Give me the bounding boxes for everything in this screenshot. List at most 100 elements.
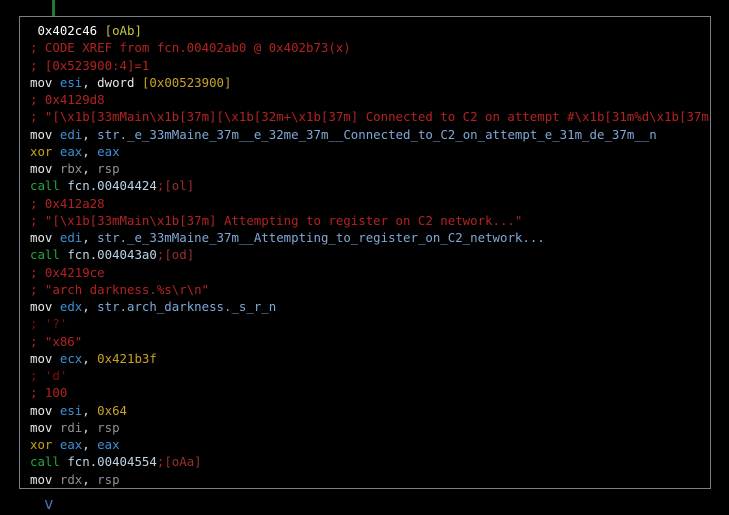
code-token: mov: [30, 402, 53, 418]
code-token: ; 0x4129d8: [30, 92, 105, 107]
code-token: ,: [82, 437, 98, 452]
code-token: 0x421b3f: [97, 350, 157, 366]
disassembly-line[interactable]: ; 0x412a28: [30, 195, 710, 212]
code-token: str._e_33mMaine_37m__e_32me_37m__Connect…: [97, 126, 657, 142]
disassembly-line[interactable]: 0x402c46 [oAb]: [30, 22, 710, 39]
code-token: ,: [82, 402, 98, 418]
disassembly-code-listing[interactable]: 0x402c46 [oAb]; CODE XREF from fcn.00402…: [30, 22, 710, 488]
code-token: mov: [30, 350, 53, 366]
code-token: fcn.00404554: [67, 454, 157, 470]
code-token: 0x64: [97, 402, 128, 418]
code-token: ,: [82, 230, 98, 245]
code-token: ; CODE XREF from fcn.00402ab0 @ 0x402b73…: [30, 40, 351, 56]
code-token: [oAb]: [104, 23, 142, 38]
disassembly-line[interactable]: mov ecx, 0x421b3f: [30, 350, 710, 367]
code-token: [0x00523900]: [141, 74, 232, 90]
code-token: xor: [30, 437, 53, 452]
code-token: mov: [30, 419, 53, 435]
disassembly-line[interactable]: ; 100: [30, 384, 710, 401]
code-token: ,: [82, 161, 98, 176]
code-token: edi: [59, 126, 83, 142]
code-token: ; 0x412a28: [30, 195, 105, 211]
disassembly-line[interactable]: ; 0x4129d8: [30, 91, 710, 108]
code-token: ; 100: [30, 385, 68, 401]
flow-arrow-down-icon: v: [44, 494, 54, 513]
code-token: ; [0x523900:4]=1: [30, 57, 150, 73]
code-token: rsp: [97, 161, 120, 176]
code-token: mov: [30, 74, 53, 90]
disassembly-line[interactable]: xor eax, eax: [30, 436, 710, 453]
code-token: rsp: [97, 471, 120, 487]
disassembly-line[interactable]: ; CODE XREF from fcn.00402ab0 @ 0x402b73…: [30, 39, 710, 56]
disassembly-line[interactable]: ; "x86": [30, 333, 710, 350]
code-token: call: [30, 247, 60, 263]
code-token: mov: [30, 471, 53, 487]
code-token: str.arch_darkness._s_r_n: [97, 299, 277, 314]
code-token: esi: [59, 74, 83, 90]
disassembly-line[interactable]: mov rdi, rsp: [30, 419, 710, 436]
disassembly-line[interactable]: ; "arch darkness.%s\r\n": [30, 281, 710, 298]
code-token: call: [30, 454, 60, 470]
code-token: eax: [59, 437, 83, 452]
code-token: fcn.004043a0: [67, 247, 157, 263]
code-token: ,: [82, 471, 98, 487]
code-token: ; "[\x1b[33mMain\x1b[37m] Attempting to …: [30, 212, 523, 228]
code-token: call: [30, 178, 60, 194]
disassembly-line[interactable]: ; "[\x1b[33mMain\x1b[37m] Attempting to …: [30, 212, 710, 229]
disassembly-line[interactable]: mov edx, str.arch_darkness._s_r_n: [30, 298, 710, 315]
disassembly-line[interactable]: xor eax, eax: [30, 143, 710, 160]
code-token: 0x402c46: [37, 23, 98, 38]
top-flow-caret: [52, 0, 55, 17]
code-token: rsp: [97, 419, 120, 435]
disassembly-line[interactable]: ; [0x523900:4]=1: [30, 57, 710, 74]
terminal-screen: 0x402c46 [oAb]; CODE XREF from fcn.00402…: [0, 0, 729, 515]
disassembly-panel[interactable]: 0x402c46 [oAb]; CODE XREF from fcn.00402…: [19, 16, 711, 489]
disassembly-line[interactable]: ; "[\x1b[33mMain\x1b[37m][\x1b[32m+\x1b[…: [30, 108, 710, 125]
code-token: ; "arch darkness.%s\r\n": [30, 281, 210, 297]
code-token: fcn.00404424: [67, 178, 157, 194]
code-token: ; "x86": [30, 333, 83, 349]
disassembly-line[interactable]: ; 'd': [30, 367, 710, 384]
code-token: ,: [82, 143, 98, 159]
disassembly-line[interactable]: mov esi, 0x64: [30, 402, 710, 419]
code-token: [ol]: [164, 178, 195, 194]
code-token: rdi: [59, 419, 83, 435]
code-token: xor: [30, 143, 53, 159]
code-token: ; 'd': [30, 368, 68, 383]
code-token: str._e_33mMaine_37m__Attempting_to_regis…: [97, 230, 545, 245]
code-token: ,: [82, 419, 98, 435]
disassembly-line[interactable]: mov edi, str._e_33mMaine_37m__e_32me_37m…: [30, 126, 710, 143]
code-token: esi: [59, 402, 83, 418]
code-token: edi: [59, 230, 83, 245]
disassembly-line[interactable]: mov esi, dword [0x00523900]: [30, 74, 710, 91]
code-token: ecx: [59, 350, 83, 366]
code-token: ; "[\x1b[33mMain\x1b[37m][\x1b[32m+\x1b[…: [30, 109, 711, 125]
code-token: [od]: [164, 247, 195, 263]
disassembly-line[interactable]: mov edi, str._e_33mMaine_37m__Attempting…: [30, 229, 710, 246]
code-token: ,: [82, 126, 98, 142]
code-token: eax: [97, 143, 120, 159]
code-token: ; '?': [30, 316, 68, 332]
disassembly-line[interactable]: mov rdx, rsp: [30, 471, 710, 488]
disassembly-line[interactable]: call fcn.004043a0;[od]: [30, 246, 710, 263]
disassembly-line[interactable]: mov rbx, rsp: [30, 160, 710, 177]
code-token: mov: [30, 299, 53, 314]
code-token: mov: [30, 126, 53, 142]
disassembly-line[interactable]: ; 0x4219ce: [30, 264, 710, 281]
code-token: mov: [30, 161, 53, 176]
disassembly-line[interactable]: call fcn.00404424;[ol]: [30, 177, 710, 194]
disassembly-line[interactable]: ; '?': [30, 315, 710, 332]
disassembly-line[interactable]: call fcn.00404554;[oAa]: [30, 453, 710, 470]
code-token: rdx: [59, 471, 83, 487]
code-token: ,: [82, 74, 98, 90]
